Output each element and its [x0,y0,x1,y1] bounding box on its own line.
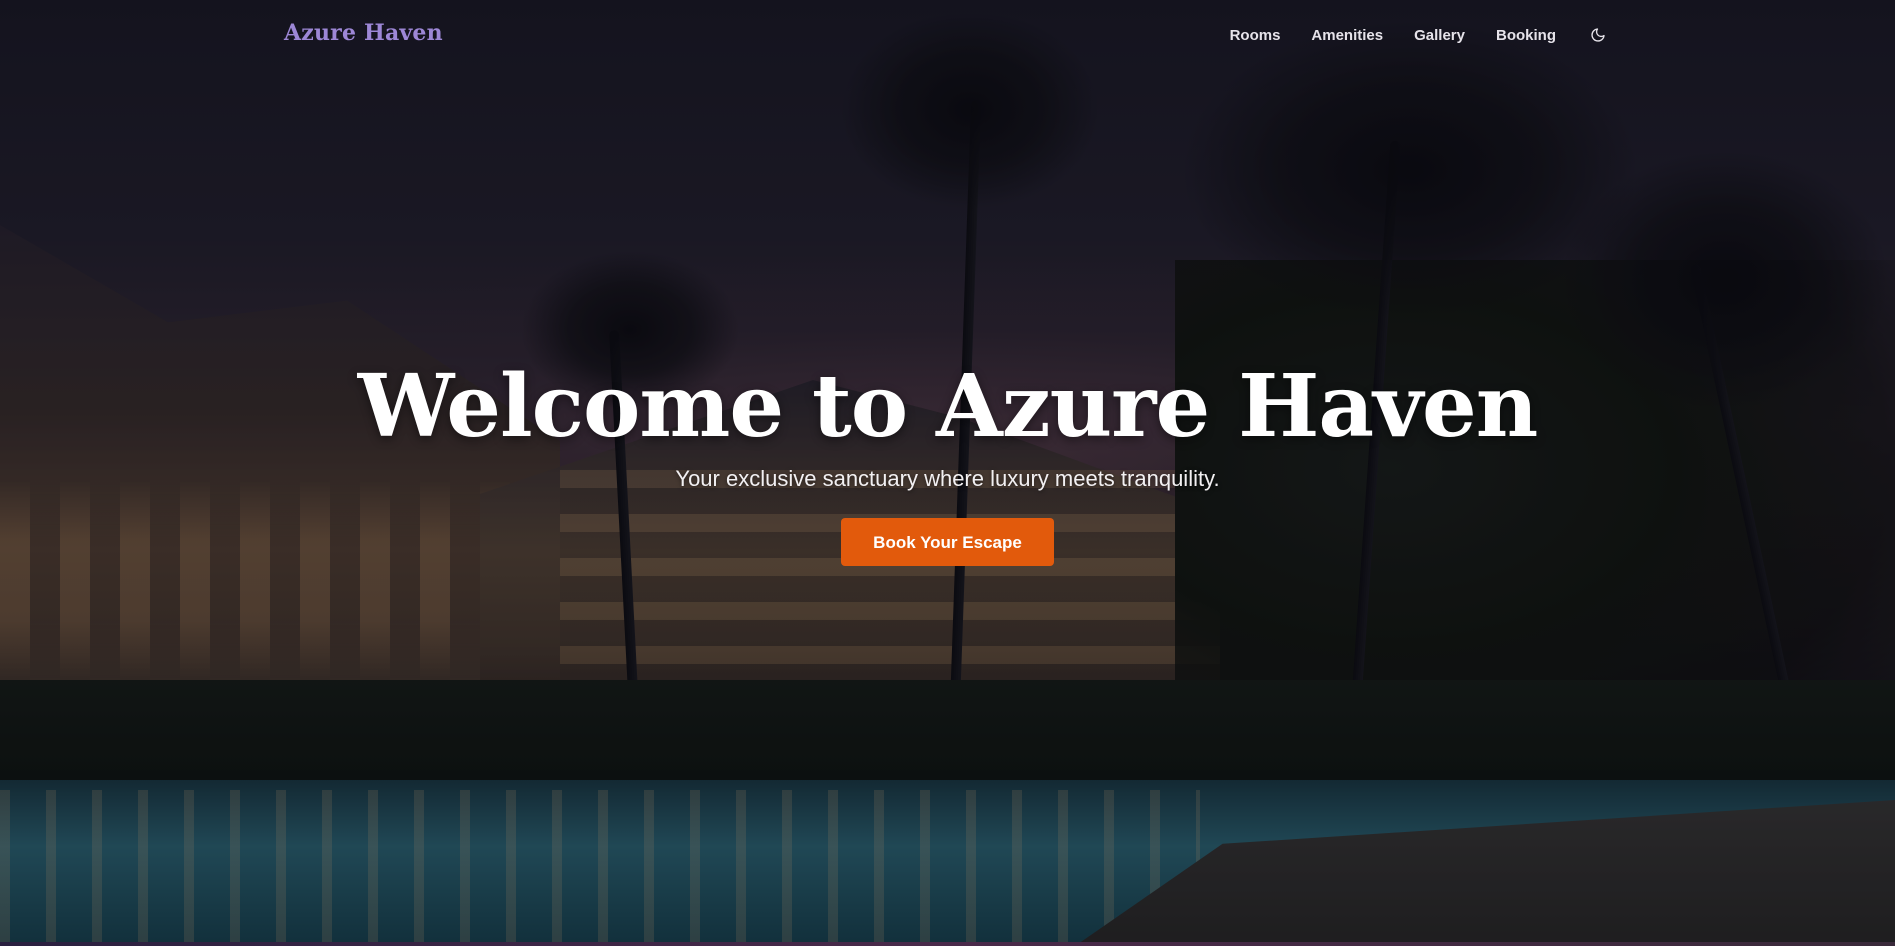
hero-content: Welcome to Azure Haven Your exclusive sa… [0,352,1895,566]
navbar: Azure Haven Rooms Amenities Gallery Book… [0,0,1895,72]
brand-logo[interactable]: Azure Haven [284,20,443,46]
hero-section: Azure Haven Rooms Amenities Gallery Book… [0,0,1895,946]
hero-subtitle: Your exclusive sanctuary where luxury me… [675,466,1220,491]
bottom-strip [0,942,1895,946]
hero-title: Welcome to Azure Haven [357,356,1539,457]
theme-toggle-button[interactable] [1587,24,1609,46]
nav-link-booking[interactable]: Booking [1496,27,1556,44]
nav-link-rooms[interactable]: Rooms [1230,27,1281,44]
nav-link-amenities[interactable]: Amenities [1311,27,1383,44]
nav-link-gallery[interactable]: Gallery [1414,27,1465,44]
nav-links: Rooms Amenities Gallery Booking [1230,24,1609,46]
book-your-escape-button[interactable]: Book Your Escape [841,518,1054,566]
moon-icon [1591,28,1605,42]
